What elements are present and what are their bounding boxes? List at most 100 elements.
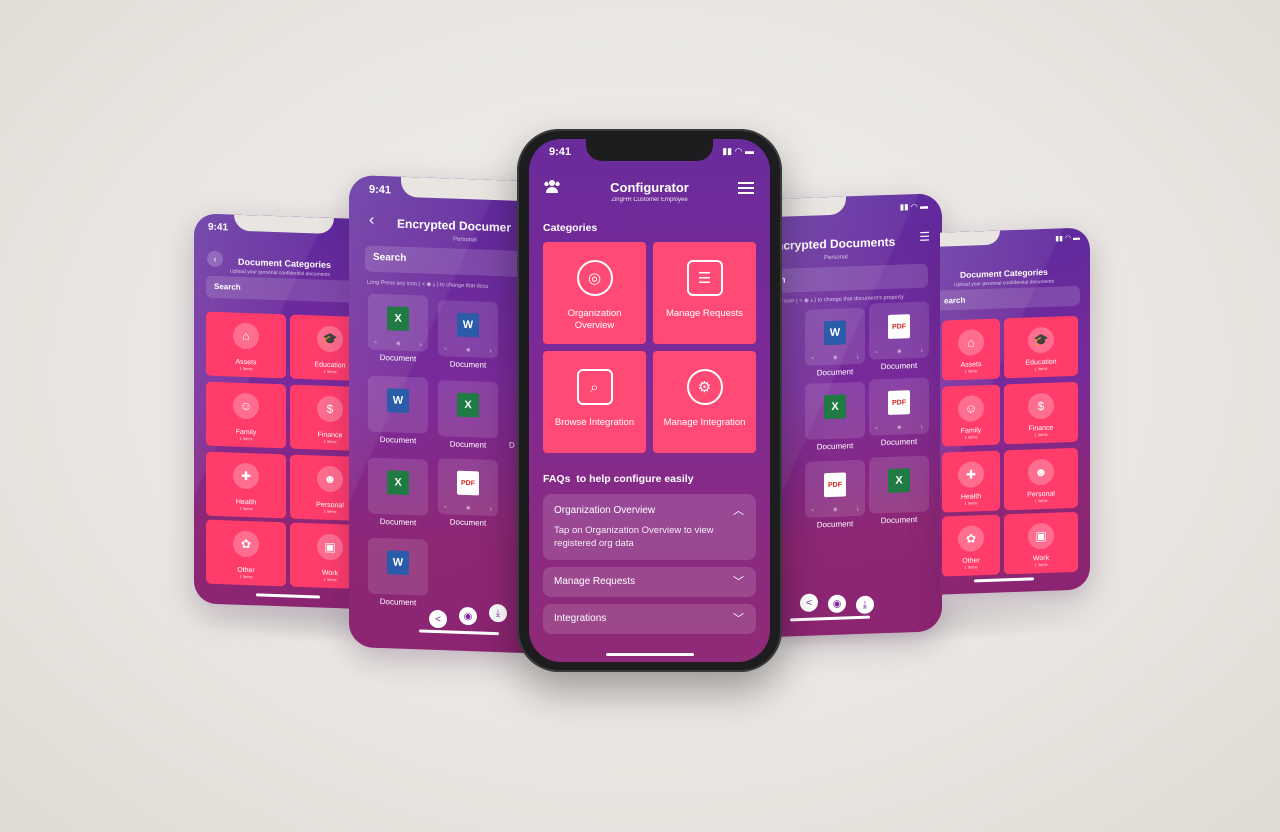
document-tile[interactable]: PDF < ◉ ⤓ Document — [866, 301, 932, 371]
search-input[interactable]: earch — [940, 285, 1080, 311]
category-finance[interactable]: $ Finance 1 Items — [1004, 381, 1078, 445]
category-work[interactable]: ▣ Work 1 Items — [290, 522, 354, 590]
document-tile[interactable]: X Document — [435, 380, 501, 450]
family-icon: ☺ — [958, 395, 984, 422]
share-button[interactable]: < — [800, 593, 818, 613]
left-outer-phone: 9:41 ‹ Document Categories Upload your p… — [194, 213, 354, 609]
home-indicator — [974, 577, 1034, 583]
person-icon: ☻ — [1028, 458, 1054, 486]
category-other[interactable]: ✿ Other 1 Items — [206, 519, 286, 587]
document-tile[interactable]: W < ◉ ⤓ Document — [435, 300, 501, 370]
faq-item-organization-overview[interactable]: Organization Overview ︿ Tap on Organizat… — [543, 494, 756, 560]
right-inner-phone: ▮▮ ◠ ▬ ncrypted Documents ☰ Personal h y… — [776, 193, 942, 637]
browse-integration-tile[interactable]: ⌕ Browse Integration — [543, 351, 646, 453]
page-subtitle: Personal — [824, 254, 848, 262]
download-button[interactable]: ⤓ — [856, 595, 874, 615]
manage-integration-tile[interactable]: ⚙ Manage Integration — [653, 351, 756, 453]
view-button[interactable]: ◉ — [828, 594, 846, 614]
faq-item-manage-requests[interactable]: Manage Requests ﹀ — [543, 567, 756, 597]
notch — [401, 176, 524, 202]
settings-icon: ✿ — [958, 525, 984, 552]
page-title: ncrypted Documents — [776, 234, 896, 253]
faq-item-integrations[interactable]: Integrations ﹀ — [543, 604, 756, 634]
share-button[interactable]: < — [429, 609, 447, 629]
document-tile[interactable]: W Document — [365, 375, 431, 446]
pdf-icon: PDF — [824, 472, 846, 498]
word-icon: W — [824, 320, 846, 346]
chat-icon: ☰ — [686, 260, 723, 296]
person-icon: ☻ — [317, 465, 343, 493]
faq-heading: FAQs to help configure easily — [543, 473, 694, 485]
settings-icon: ✿ — [233, 530, 259, 558]
partial-label: D — [509, 440, 515, 450]
view-button[interactable]: ◉ — [459, 606, 477, 626]
excel-icon: X — [387, 306, 409, 332]
document-tile[interactable]: X Document — [365, 457, 431, 528]
page-subtitle: ZingHR Customer Employee — [611, 197, 688, 203]
status-icons: ▮▮ ◠ ▬ — [1055, 234, 1080, 243]
filter-icon[interactable]: ☰ — [919, 230, 930, 244]
org-icon: ◎ — [576, 260, 613, 296]
search-input[interactable]: h — [776, 263, 928, 294]
category-education[interactable]: 🎓 Education 1 Items — [1004, 315, 1078, 379]
chevron-down-icon[interactable]: ﹀ — [733, 610, 744, 626]
notch — [940, 230, 1000, 248]
main-phone-screen: 9:41 ▮▮ ◠ ▬ Configurator ZingHR Customer… — [529, 139, 770, 662]
document-tile[interactable]: X Document — [866, 455, 932, 525]
gear-icon: ⚙ — [686, 369, 723, 405]
notch — [234, 214, 334, 235]
status-time: 9:41 — [549, 146, 572, 158]
chevron-down-icon[interactable]: ﹀ — [733, 573, 744, 589]
back-icon[interactable]: ‹ — [207, 250, 223, 268]
document-tile[interactable]: PDF < ◉ ⤓ Document — [802, 459, 868, 530]
category-personal[interactable]: ☻ Personal 1 Items — [1004, 447, 1078, 511]
document-tile[interactable]: PDF < ◉ ⤓ Document — [435, 458, 501, 528]
category-family[interactable]: ☺ Family 1 Items — [206, 381, 286, 449]
health-icon: ✚ — [958, 461, 984, 488]
excel-icon: X — [824, 394, 846, 420]
page-title: Configurator — [610, 180, 689, 195]
category-work[interactable]: ▣ Work 1 Items — [1004, 511, 1078, 575]
pdf-icon: PDF — [888, 314, 910, 339]
search-input[interactable]: Search — [365, 245, 524, 278]
document-tile[interactable]: W < ◉ ⤓ Document — [802, 307, 868, 378]
excel-icon: X — [387, 470, 409, 496]
category-assets[interactable]: ⌂ Assets 1 Items — [206, 311, 286, 379]
category-assets[interactable]: ⌂ Assets 1 Items — [942, 318, 1000, 381]
health-icon: ✚ — [233, 462, 259, 490]
category-other[interactable]: ✿ Other 1 Items — [942, 514, 1000, 577]
categories-heading: Categories — [543, 222, 598, 234]
back-icon[interactable]: ‹ — [369, 212, 374, 230]
document-tile[interactable]: W Document — [365, 537, 431, 608]
category-health[interactable]: ✚ Health 1 Items — [206, 451, 286, 519]
home-indicator — [419, 629, 499, 636]
manage-requests-tile[interactable]: ☰ Manage Requests — [653, 242, 756, 344]
category-education[interactable]: 🎓 Education 1 Items — [290, 314, 354, 382]
chevron-up-icon[interactable]: ︿ — [733, 502, 744, 518]
organization-overview-tile[interactable]: ◎ Organization Overview — [543, 242, 646, 344]
word-icon: W — [387, 388, 409, 414]
page-subtitle: Personal — [453, 236, 477, 244]
word-icon: W — [457, 312, 479, 338]
menu-icon[interactable] — [738, 181, 754, 194]
excel-icon: X — [888, 468, 910, 493]
finance-icon: $ — [317, 395, 343, 423]
home-indicator — [606, 653, 694, 656]
right-outer-phone: ▮▮ ◠ ▬ Document Categories Upload your p… — [940, 227, 1090, 595]
document-tile[interactable]: X < ◉ ⤓ Document — [365, 293, 431, 364]
document-tile[interactable]: X Document — [802, 381, 868, 452]
search-input[interactable]: Search — [206, 275, 354, 303]
category-health[interactable]: ✚ Health 1 Items — [942, 450, 1000, 513]
faq-answer: Tap on Organization Overview to view reg… — [554, 525, 714, 549]
status-icons: ▮▮ ◠ ▬ — [899, 201, 928, 212]
word-icon: W — [387, 550, 409, 576]
category-finance[interactable]: $ Finance 1 Items — [290, 384, 354, 452]
briefcase-icon: ▣ — [317, 533, 343, 561]
graduation-icon: 🎓 — [317, 325, 343, 353]
category-family[interactable]: ☺ Family 1 Items — [942, 384, 1000, 447]
pdf-icon: PDF — [457, 470, 479, 496]
download-button[interactable]: ⤓ — [489, 603, 507, 623]
document-tile[interactable]: PDF < ◉ ⤓ Document — [866, 377, 932, 447]
category-personal[interactable]: ☻ Personal 1 Items — [290, 454, 354, 522]
browse-icon: ⌕ — [576, 369, 613, 405]
